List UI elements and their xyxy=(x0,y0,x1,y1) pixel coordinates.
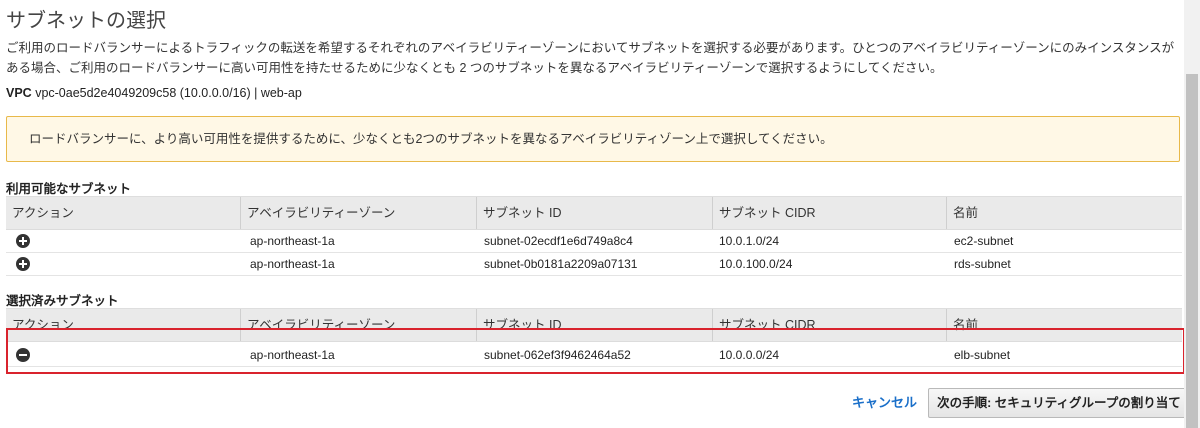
col-subnet-id[interactable]: サブネット ID xyxy=(476,197,712,229)
table-row: ap-northeast-1a subnet-0b0181a2209a07131… xyxy=(6,253,1182,276)
cell-cidr: 10.0.100.0/24 xyxy=(719,257,793,271)
main-panel: サブネットの選択 ご利用のロードバランサーによるトラフィックの転送を希望するそれ… xyxy=(0,0,1190,428)
page-description: ご利用のロードバランサーによるトラフィックの転送を希望するそれぞれのアベイラビリ… xyxy=(6,41,1175,75)
vpc-info: VPC vpc-0ae5d2e4049209c58 (10.0.0.0/16) … xyxy=(6,86,302,100)
selected-row-highlight-box xyxy=(6,328,1185,374)
scrollbar-thumb[interactable] xyxy=(1186,74,1198,428)
table-row: ap-northeast-1a subnet-02ecdf1e6d749a8c4… xyxy=(6,230,1182,253)
cell-az: ap-northeast-1a xyxy=(250,234,335,248)
col-subnet-cidr[interactable]: サブネット CIDR xyxy=(712,197,946,229)
page-title: サブネットの選択 xyxy=(6,10,166,32)
vpc-label: VPC xyxy=(6,86,32,100)
available-subnets-table: アクション アベイラビリティーゾーン サブネット ID サブネット CIDR 名… xyxy=(6,196,1182,276)
col-name[interactable]: 名前 xyxy=(946,197,1182,229)
vpc-value: vpc-0ae5d2e4049209c58 (10.0.0.0/16) | we… xyxy=(35,86,302,100)
col-action[interactable]: アクション xyxy=(6,197,240,229)
availability-warning: ロードバランサーに、より高い可用性を提供するために、少なくとも2つのサブネットを… xyxy=(6,116,1180,162)
available-subnets-title: 利用可能なサブネット xyxy=(6,182,132,196)
plus-circle-icon[interactable] xyxy=(16,257,30,271)
cell-subnet-id: subnet-02ecdf1e6d749a8c4 xyxy=(484,234,633,248)
cell-name: ec2-subnet xyxy=(954,234,1014,248)
plus-circle-icon[interactable] xyxy=(16,234,30,248)
selected-subnets-title: 選択済みサブネット xyxy=(6,294,119,308)
col-availability-zone[interactable]: アベイラビリティーゾーン xyxy=(240,197,476,229)
table-header: アクション アベイラビリティーゾーン サブネット ID サブネット CIDR 名… xyxy=(6,196,1182,230)
availability-warning-text: ロードバランサーに、より高い可用性を提供するために、少なくとも2つのサブネットを… xyxy=(29,132,833,146)
cell-subnet-id: subnet-0b0181a2209a07131 xyxy=(484,257,638,271)
cell-cidr: 10.0.1.0/24 xyxy=(719,234,780,248)
cell-name: rds-subnet xyxy=(954,257,1011,271)
cancel-button[interactable]: キャンセル xyxy=(852,392,917,414)
cell-az: ap-northeast-1a xyxy=(250,257,335,271)
next-step-button[interactable]: 次の手順: セキュリティグループの割り当て xyxy=(928,388,1190,418)
